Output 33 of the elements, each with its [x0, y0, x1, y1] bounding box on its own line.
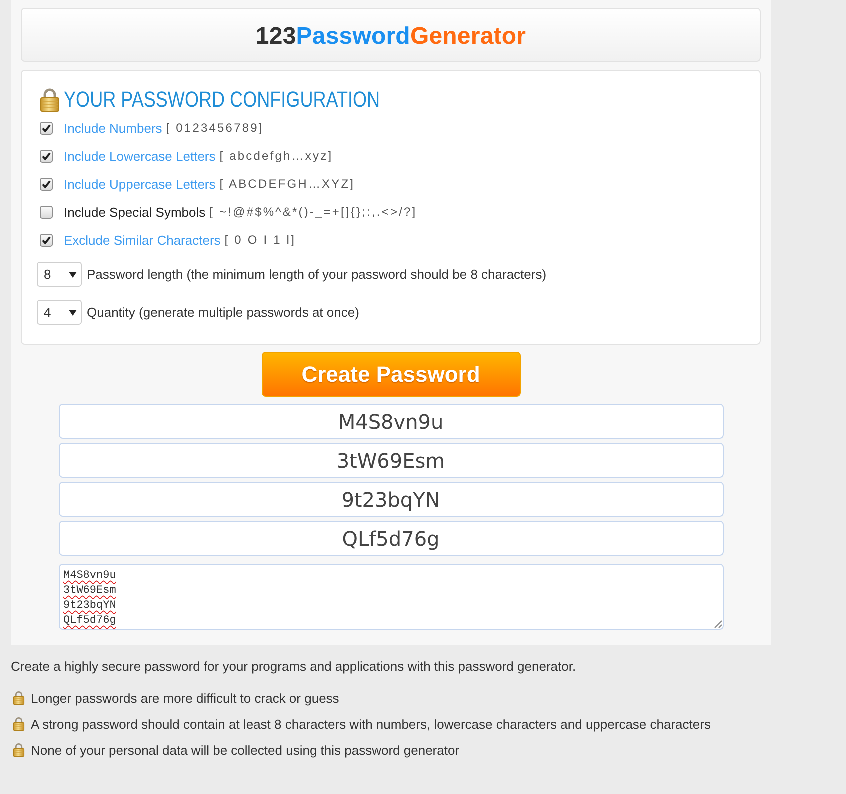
- section-heading: YOUR PASSWORD CONFIGURATION: [64, 87, 380, 113]
- dropdown-select[interactable]: 8: [37, 262, 82, 287]
- character-set-text: [ 0 O I 1 l]: [224, 233, 296, 247]
- padlock-icon: [13, 691, 25, 705]
- character-set-text: [ ABCDEFGH…XYZ]: [220, 177, 356, 191]
- site-logo[interactable]: 123PasswordGenerator: [256, 23, 526, 51]
- caret-icon: [69, 272, 77, 278]
- tip-text: A strong password should contain at least 8 characters with numbers, lowercase characters and uppercase characters: [31, 716, 711, 732]
- password-field[interactable]: 3tW69Esm: [58, 443, 724, 478]
- select-label: Password length (the minimum length of your password should be 8 characters): [87, 267, 547, 282]
- checkbox[interactable]: [40, 206, 53, 218]
- option-label[interactable]: Include Special Symbols: [64, 204, 206, 220]
- password-field[interactable]: QLf5d76g: [58, 521, 724, 556]
- padlock-icon: [13, 717, 25, 731]
- caret-icon: [69, 310, 77, 316]
- character-set-text: [ 0123456789]: [166, 121, 264, 135]
- tip-text: None of your personal data will be collected using this password generator: [31, 742, 460, 758]
- intro-text: Create a highly secure password for your programs and applications with this password generator.: [11, 658, 578, 676]
- passwords-textarea[interactable]: M4S8vn9u 3tW69Esm 9t23bqYN QLf5d76g: [58, 564, 724, 630]
- character-set-text: [ ~!@#$%^&*()-_=+[]{};:,.<>/?]: [210, 205, 418, 219]
- checkbox[interactable]: [40, 150, 53, 162]
- password-field[interactable]: M4S8vn9u: [58, 404, 724, 439]
- tip-text: Longer passwords are more difficult to crack or guess: [31, 690, 340, 706]
- checkbox[interactable]: [40, 178, 53, 190]
- dropdown-select[interactable]: 4: [37, 300, 82, 325]
- checkbox[interactable]: [40, 122, 53, 134]
- padlock-icon: [40, 88, 60, 112]
- character-set-text: [ abcdefgh…xyz]: [220, 149, 334, 163]
- padlock-icon: [13, 743, 25, 757]
- checkbox[interactable]: [40, 234, 53, 246]
- resize-handle-icon[interactable]: [714, 620, 722, 628]
- password-field[interactable]: 9t23bqYN: [58, 482, 724, 517]
- select-label: Quantity (generate multiple passwords at once): [87, 305, 360, 320]
